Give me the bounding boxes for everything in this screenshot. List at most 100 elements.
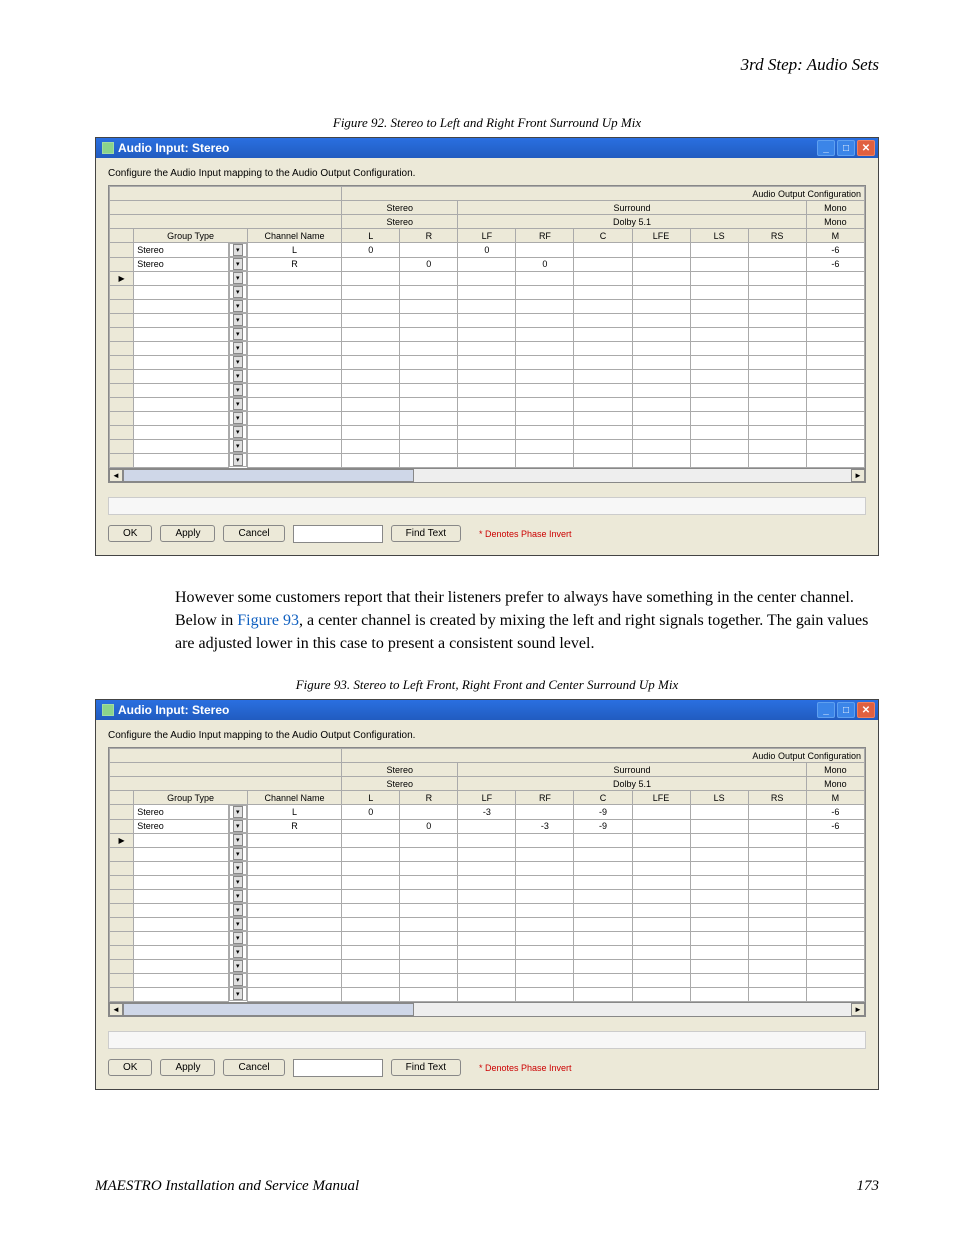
cell-value[interactable] [632, 257, 690, 271]
scroll-left-button[interactable]: ◄ [109, 1003, 123, 1016]
cell-value[interactable] [690, 257, 748, 271]
cell-value[interactable] [690, 243, 748, 258]
cell-value[interactable]: -3 [458, 805, 516, 820]
table-row-empty[interactable]: ▾ [110, 833, 865, 847]
minimize-button[interactable]: _ [817, 702, 835, 718]
dropdown-icon[interactable]: ▾ [233, 876, 243, 888]
cell-value[interactable] [400, 805, 458, 820]
ok-button[interactable]: OK [108, 525, 152, 542]
table-row-empty[interactable]: ▾ [110, 285, 865, 299]
cell-value[interactable]: -6 [806, 819, 864, 833]
scroll-thumb[interactable] [123, 469, 414, 482]
dropdown-icon[interactable]: ▾ [233, 356, 243, 368]
apply-button[interactable]: Apply [160, 1059, 215, 1076]
cell-channel-name[interactable]: L [247, 805, 341, 820]
cell-group-type[interactable]: Stereo [134, 819, 228, 833]
cell-value[interactable] [516, 243, 574, 258]
cell-group-type[interactable]: Stereo [134, 243, 228, 258]
apply-button[interactable]: Apply [160, 525, 215, 542]
table-row-empty[interactable]: ▾ [110, 299, 865, 313]
cell-value[interactable] [632, 805, 690, 820]
table-row[interactable]: Stereo▾L0-3-9-6 [110, 805, 865, 820]
scroll-left-button[interactable]: ◄ [109, 469, 123, 482]
cell-value[interactable] [342, 257, 400, 271]
table-row-empty[interactable]: ▾ [110, 327, 865, 341]
dropdown-icon[interactable]: ▾ [233, 328, 243, 340]
figure-93-link[interactable]: Figure 93 [237, 612, 299, 629]
cell-value[interactable] [690, 819, 748, 833]
dropdown-icon[interactable]: ▾ [233, 454, 243, 466]
table-row-empty[interactable]: ▾ [110, 313, 865, 327]
cell-value[interactable]: -6 [806, 243, 864, 258]
table-row-empty[interactable]: ▾ [110, 341, 865, 355]
table-row-empty[interactable]: ▾ [110, 383, 865, 397]
cancel-button[interactable]: Cancel [223, 1059, 284, 1076]
table-row-empty[interactable]: ▾ [110, 847, 865, 861]
table-row-empty[interactable]: ▾ [110, 945, 865, 959]
cell-value[interactable] [748, 243, 806, 258]
ok-button[interactable]: OK [108, 1059, 152, 1076]
table-row-empty[interactable]: ▾ [110, 875, 865, 889]
minimize-button[interactable]: _ [817, 140, 835, 156]
dropdown-icon[interactable]: ▾ [233, 890, 243, 902]
cancel-button[interactable]: Cancel [223, 525, 284, 542]
cell-channel-name[interactable]: L [247, 243, 341, 258]
find-text-input[interactable] [293, 1059, 383, 1077]
table-row-empty[interactable]: ▾ [110, 959, 865, 973]
window-titlebar[interactable]: Audio Input: Stereo _ □ ✕ [96, 138, 878, 158]
horizontal-scrollbar[interactable]: ◄ ► [109, 1002, 865, 1016]
cell-value[interactable] [458, 819, 516, 833]
dropdown-icon[interactable]: ▾ [233, 946, 243, 958]
cell-value[interactable] [516, 805, 574, 820]
maximize-button[interactable]: □ [837, 702, 855, 718]
dropdown-icon[interactable]: ▾ [233, 370, 243, 382]
horizontal-scrollbar[interactable]: ◄ ► [109, 468, 865, 482]
cell-group-type[interactable]: Stereo [134, 257, 228, 271]
cell-channel-name[interactable]: R [247, 257, 341, 271]
find-text-input[interactable] [293, 525, 383, 543]
cell-value[interactable]: 0 [400, 257, 458, 271]
dropdown-icon[interactable]: ▾ [233, 258, 243, 270]
mapping-grid[interactable]: Audio Output Configuration Stereo Surrou… [108, 747, 866, 1017]
cell-value[interactable] [400, 243, 458, 258]
dropdown-icon[interactable]: ▾ [233, 398, 243, 410]
table-row-empty[interactable]: ▾ [110, 397, 865, 411]
dropdown-icon[interactable]: ▾ [233, 300, 243, 312]
mapping-grid[interactable]: Audio Output Configuration Stereo Surrou… [108, 185, 866, 483]
cell-value[interactable]: -6 [806, 805, 864, 820]
cell-channel-name[interactable]: R [247, 819, 341, 833]
dropdown-icon[interactable]: ▾ [233, 932, 243, 944]
cell-value[interactable] [458, 257, 516, 271]
dropdown-icon[interactable]: ▾ [233, 440, 243, 452]
table-row-empty[interactable]: ▾ [110, 439, 865, 453]
table-row-empty[interactable]: ▾ [110, 861, 865, 875]
dropdown-icon[interactable]: ▾ [233, 806, 243, 818]
table-row-empty[interactable]: ▾ [110, 973, 865, 987]
maximize-button[interactable]: □ [837, 140, 855, 156]
cell-value[interactable]: -9 [574, 819, 632, 833]
dropdown-icon[interactable]: ▾ [233, 286, 243, 298]
dropdown-icon[interactable]: ▾ [233, 244, 243, 256]
table-row-empty[interactable]: ▾ [110, 411, 865, 425]
cell-value[interactable]: 0 [516, 257, 574, 271]
table-row-empty[interactable]: ▾ [110, 453, 865, 467]
dropdown-icon[interactable]: ▾ [233, 834, 243, 846]
table-row[interactable]: Stereo▾R00-6 [110, 257, 865, 271]
cell-value[interactable]: -9 [574, 805, 632, 820]
cell-value[interactable] [748, 257, 806, 271]
window-titlebar[interactable]: Audio Input: Stereo _ □ ✕ [96, 700, 878, 720]
scroll-right-button[interactable]: ► [851, 1003, 865, 1016]
dropdown-icon[interactable]: ▾ [233, 342, 243, 354]
table-row-empty[interactable]: ▾ [110, 931, 865, 945]
cell-value[interactable] [574, 257, 632, 271]
table-row-empty[interactable]: ▾ [110, 425, 865, 439]
dropdown-icon[interactable]: ▾ [233, 426, 243, 438]
cell-value[interactable] [632, 243, 690, 258]
cell-value[interactable]: 0 [400, 819, 458, 833]
dropdown-icon[interactable]: ▾ [233, 384, 243, 396]
table-row-empty[interactable]: ▾ [110, 917, 865, 931]
table-row-empty[interactable]: ▾ [110, 369, 865, 383]
dropdown-icon[interactable]: ▾ [233, 412, 243, 424]
table-row[interactable]: Stereo▾L00-6 [110, 243, 865, 258]
cell-group-type[interactable]: Stereo [134, 805, 228, 820]
